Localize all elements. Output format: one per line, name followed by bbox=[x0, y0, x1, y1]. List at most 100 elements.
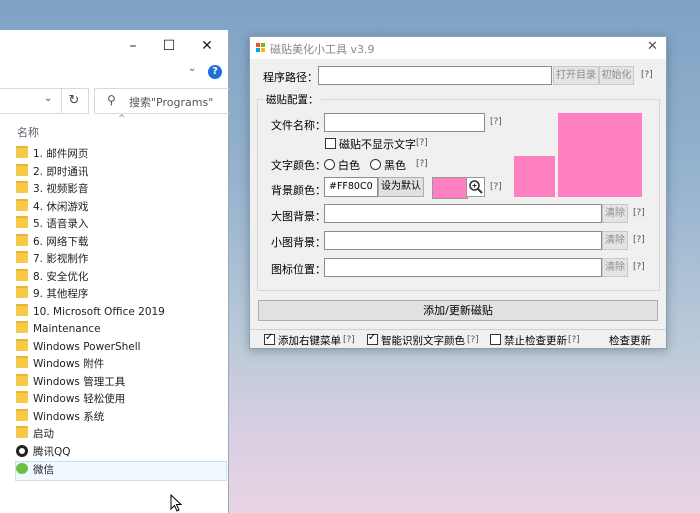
file-explorer-window: – ☐ ✕ ⌄ ? ⌄ ↻ ⚲ 搜索"Programs" ^ 名称 1. 邮件网… bbox=[0, 30, 229, 513]
folder-icon bbox=[16, 303, 28, 316]
help-link[interactable]: [?] bbox=[490, 117, 502, 127]
list-item[interactable]: Windows 管理工具 bbox=[16, 373, 226, 392]
clear-big-bg-button[interactable]: 清除 bbox=[602, 204, 628, 223]
help-link[interactable]: [?] bbox=[490, 182, 502, 192]
search-placeholder: 搜索"Programs" bbox=[129, 96, 214, 109]
disable-update-check-checkbox[interactable]: 禁止检查更新 bbox=[490, 333, 567, 348]
help-link[interactable]: [?] bbox=[568, 335, 580, 345]
list-item[interactable]: Windows 附件 bbox=[16, 356, 226, 374]
hide-text-checkbox[interactable]: 磁贴不显示文字 bbox=[325, 136, 416, 152]
folder-icon bbox=[16, 321, 28, 333]
mouse-pointer-icon bbox=[170, 494, 182, 512]
help-link[interactable]: [?] bbox=[641, 70, 653, 80]
folder-icon bbox=[16, 408, 28, 421]
help-link[interactable]: [?] bbox=[633, 262, 645, 272]
file-name-label: 文件名称： bbox=[271, 119, 326, 132]
color-picker-button[interactable] bbox=[466, 177, 485, 197]
folder-icon bbox=[16, 426, 28, 438]
list-item[interactable]: Windows 轻松使用 bbox=[16, 391, 226, 409]
list-item[interactable]: Maintenance bbox=[16, 321, 226, 339]
radio-icon bbox=[324, 159, 335, 170]
help-link[interactable]: [?] bbox=[467, 335, 479, 345]
folder-icon bbox=[16, 146, 28, 158]
big-bg-input[interactable] bbox=[324, 204, 602, 223]
search-icon: ⚲ bbox=[107, 93, 116, 107]
small-tile-preview bbox=[514, 156, 555, 197]
close-icon[interactable]: ✕ bbox=[647, 39, 658, 54]
address-bar[interactable]: ⌄ ↻ bbox=[0, 88, 89, 114]
big-bg-label: 大图背景： bbox=[271, 210, 326, 223]
list-item[interactable]: Windows PowerShell bbox=[16, 338, 226, 357]
list-item[interactable]: 启动 bbox=[16, 426, 226, 444]
list-item[interactable]: 6. 网络下载 bbox=[16, 233, 226, 252]
list-item[interactable]: Windows 系统 bbox=[16, 408, 226, 427]
text-color-white-radio[interactable]: 白色 bbox=[324, 157, 360, 173]
folder-icon bbox=[16, 356, 28, 368]
list-item-selected[interactable]: 微信 bbox=[15, 461, 227, 481]
column-header-name[interactable]: 名称 bbox=[17, 124, 39, 140]
folder-icon bbox=[16, 338, 28, 351]
list-item[interactable]: 10. Microsoft Office 2019 bbox=[16, 303, 226, 322]
clear-icon-pos-button[interactable]: 清除 bbox=[602, 258, 628, 277]
help-link[interactable]: [?] bbox=[633, 208, 645, 218]
folder-icon bbox=[16, 163, 28, 176]
list-item[interactable]: 腾讯QQ bbox=[16, 444, 226, 462]
checkbox-icon bbox=[490, 334, 501, 345]
set-default-button[interactable]: 设为默认 bbox=[378, 177, 424, 197]
list-item[interactable]: 3. 视频影音 bbox=[16, 181, 226, 199]
help-icon[interactable]: ? bbox=[208, 65, 222, 79]
dialog-title-bar: 磁贴美化小工具 v3.9 ✕ bbox=[250, 37, 666, 59]
bg-color-swatch[interactable] bbox=[432, 177, 468, 199]
explorer-title-bar: – ☐ ✕ bbox=[0, 30, 228, 62]
list-item[interactable]: 4. 休闲游戏 bbox=[16, 198, 226, 217]
chevron-down-icon[interactable]: ⌄ bbox=[44, 93, 52, 104]
folder-icon bbox=[16, 286, 28, 298]
smart-text-color-checkbox[interactable]: 智能识别文字颜色 bbox=[367, 332, 465, 348]
big-tile-preview bbox=[558, 113, 642, 197]
check-update-link[interactable]: 检查更新 bbox=[609, 333, 651, 348]
search-input[interactable]: ⚲ 搜索"Programs" bbox=[94, 88, 229, 114]
refresh-icon[interactable]: ↻ bbox=[61, 89, 86, 113]
small-bg-input[interactable] bbox=[324, 231, 602, 250]
list-item[interactable]: 9. 其他程序 bbox=[16, 286, 226, 304]
help-link[interactable]: [?] bbox=[633, 235, 645, 245]
add-update-tile-button[interactable]: 添加/更新磁贴 bbox=[258, 300, 658, 321]
folder-icon bbox=[16, 268, 28, 281]
clear-small-bg-button[interactable]: 清除 bbox=[602, 231, 628, 250]
folder-icon bbox=[16, 181, 28, 193]
help-link[interactable]: [?] bbox=[416, 138, 428, 148]
init-button[interactable]: 初始化 bbox=[599, 66, 634, 85]
help-link[interactable]: [?] bbox=[416, 159, 428, 169]
folder-icon bbox=[16, 216, 28, 228]
list-item[interactable]: 2. 即时通讯 bbox=[16, 163, 226, 182]
tile-config-caption: 磁贴配置： bbox=[264, 92, 321, 107]
program-path-label: 程序路径： bbox=[263, 71, 318, 84]
list-item[interactable]: 7. 影视制作 bbox=[16, 251, 226, 269]
chevron-down-icon[interactable]: ⌄ bbox=[188, 63, 196, 74]
qq-icon bbox=[16, 444, 28, 457]
close-icon[interactable]: ✕ bbox=[192, 36, 222, 56]
folder-icon bbox=[16, 233, 28, 246]
list-item[interactable]: 5. 语音录入 bbox=[16, 216, 226, 234]
checkbox-icon bbox=[264, 332, 275, 345]
wechat-icon bbox=[16, 463, 28, 474]
bg-color-input[interactable]: #FF80C0 bbox=[324, 177, 378, 197]
file-name-input[interactable] bbox=[324, 113, 485, 132]
windows-logo-icon bbox=[256, 43, 266, 53]
text-color-label: 文字颜色： bbox=[271, 159, 326, 172]
radio-icon bbox=[370, 159, 381, 170]
add-context-menu-checkbox[interactable]: 添加右键菜单 bbox=[264, 332, 341, 348]
help-link[interactable]: [?] bbox=[343, 335, 355, 345]
dialog-title: 磁贴美化小工具 v3.9 bbox=[270, 43, 375, 56]
program-path-input[interactable] bbox=[318, 66, 552, 85]
list-item[interactable]: 8. 安全优化 bbox=[16, 268, 226, 287]
icon-pos-input[interactable] bbox=[324, 258, 602, 277]
text-color-black-radio[interactable]: 黑色 bbox=[370, 157, 406, 173]
minimize-icon[interactable]: – bbox=[118, 36, 148, 56]
open-dir-button[interactable]: 打开目录 bbox=[553, 66, 599, 85]
list-item[interactable]: 1. 邮件网页 bbox=[16, 146, 226, 164]
zoom-icon bbox=[469, 180, 483, 194]
icon-pos-label: 图标位置： bbox=[271, 263, 326, 276]
folder-icon bbox=[16, 391, 28, 403]
maximize-icon[interactable]: ☐ bbox=[154, 36, 184, 56]
